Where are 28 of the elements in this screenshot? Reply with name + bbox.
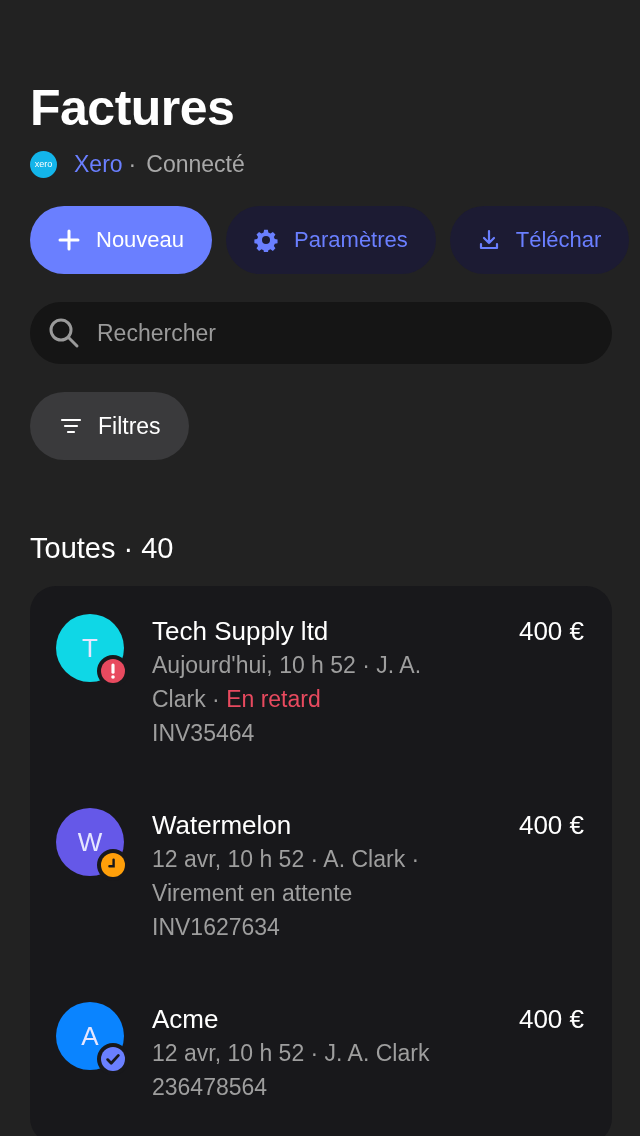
invoice-amount: 400 €	[518, 809, 584, 842]
client-name: Acme	[152, 1003, 219, 1036]
new-button[interactable]: Nouveau	[30, 206, 213, 274]
client-name: Watermelon	[152, 809, 292, 842]
invoice-amount: 400 €	[518, 615, 584, 648]
plus-icon	[58, 229, 80, 251]
download-icon	[477, 229, 500, 251]
settings-icon	[254, 228, 279, 252]
filter-button[interactable]: Filtres	[30, 392, 189, 460]
filter-icon	[60, 417, 82, 435]
settings-button[interactable]: Paramètres	[226, 206, 436, 274]
search-field[interactable]: Rechercher	[30, 302, 612, 364]
page-title: Factures	[30, 79, 236, 138]
xero-logo: xero	[30, 150, 57, 178]
section-heading: Toutes · 40	[30, 531, 175, 566]
invoice-amount: 400 €	[518, 1003, 584, 1036]
invoice-details: Aujourd'hui, 10 h 52 · J. A. Clark · En retard	[152, 651, 423, 714]
invoice-reference: 236478564	[152, 1073, 269, 1102]
invoice-reference: INV35464	[152, 719, 256, 748]
service-name: Xero	[74, 150, 123, 178]
search-icon	[48, 317, 80, 349]
invoice-details: 12 avr, 10 h 52 · A. Clark · Virement en attente	[152, 845, 421, 908]
client-name: Tech Supply ltd	[152, 615, 329, 648]
download-button[interactable]: Téléchar	[449, 206, 630, 274]
invoice-reference: INV1627634	[152, 913, 281, 942]
connection-status: Connecté	[146, 150, 245, 178]
separator: ·	[128, 150, 137, 178]
invoice-details: 12 avr, 10 h 52 · J. A. Clark	[152, 1039, 431, 1068]
